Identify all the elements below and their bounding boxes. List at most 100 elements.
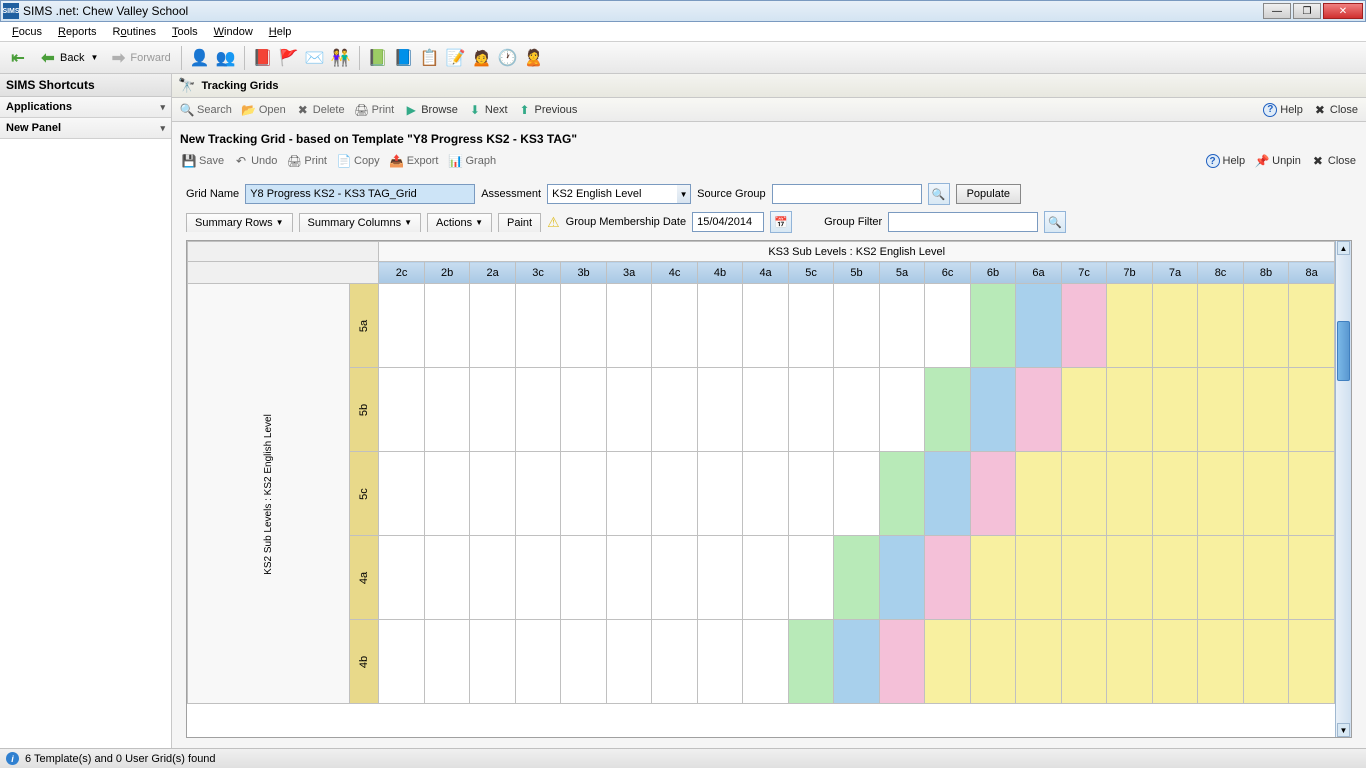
unpin-button[interactable]: 📌Unpin bbox=[1251, 152, 1305, 170]
undo-button[interactable]: ↶Undo bbox=[230, 152, 281, 170]
col-header[interactable]: 8b bbox=[1243, 262, 1289, 284]
grid-cell[interactable] bbox=[379, 536, 424, 620]
grid-cell[interactable] bbox=[879, 620, 925, 704]
browse-button[interactable]: ▶Browse bbox=[400, 101, 462, 119]
grid-cell[interactable] bbox=[470, 620, 516, 704]
toolbar-clock-icon[interactable]: 🕐 bbox=[496, 46, 520, 70]
toolbar-book-icon[interactable]: 📕 bbox=[251, 46, 275, 70]
grid-cell[interactable] bbox=[1152, 368, 1198, 452]
grid-cell[interactable] bbox=[834, 452, 880, 536]
scroll-thumb[interactable] bbox=[1337, 321, 1350, 381]
menu-help[interactable]: Help bbox=[261, 24, 300, 40]
grid-cell[interactable] bbox=[652, 284, 697, 368]
col-header[interactable]: 5b bbox=[834, 262, 880, 284]
menu-window[interactable]: Window bbox=[206, 24, 261, 40]
grid-cell[interactable] bbox=[606, 536, 652, 620]
toolbar-person2-icon[interactable]: 👥 bbox=[214, 46, 238, 70]
col-header[interactable]: 2a bbox=[470, 262, 516, 284]
grid-cell[interactable] bbox=[970, 284, 1016, 368]
grid-cell[interactable] bbox=[470, 368, 516, 452]
col-header[interactable]: 5c bbox=[788, 262, 833, 284]
col-header[interactable]: 7a bbox=[1152, 262, 1198, 284]
copy-button[interactable]: 📄Copy bbox=[333, 152, 384, 170]
toolbar-mail-icon[interactable]: ✉️ bbox=[303, 46, 327, 70]
grid-cell[interactable] bbox=[1243, 620, 1289, 704]
summary-cols-button[interactable]: Summary Columns▼ bbox=[299, 213, 421, 232]
paint-button[interactable]: Paint bbox=[498, 213, 541, 232]
grid-cell[interactable] bbox=[561, 452, 607, 536]
vertical-scrollbar[interactable]: ▲ ▼ bbox=[1335, 241, 1351, 737]
grid-cell[interactable] bbox=[788, 452, 833, 536]
grid-cell[interactable] bbox=[1061, 536, 1106, 620]
grid-cell[interactable] bbox=[652, 368, 697, 452]
col-header[interactable]: 6b bbox=[970, 262, 1016, 284]
col-header[interactable]: 3a bbox=[606, 262, 652, 284]
grid-cell[interactable] bbox=[1243, 452, 1289, 536]
toolbar-books1-icon[interactable]: 📗 bbox=[366, 46, 390, 70]
groupfilter-browse-button[interactable]: 🔍 bbox=[1044, 211, 1066, 233]
grid-cell[interactable] bbox=[606, 620, 652, 704]
grid-cell[interactable] bbox=[743, 452, 789, 536]
row-header[interactable]: 4b bbox=[349, 620, 379, 704]
grid-cell[interactable] bbox=[561, 368, 607, 452]
open-button[interactable]: 📂Open bbox=[238, 101, 290, 119]
grid-cell[interactable] bbox=[834, 284, 880, 368]
grid-cell[interactable] bbox=[1289, 284, 1335, 368]
grid-cell[interactable] bbox=[925, 368, 970, 452]
summary-rows-button[interactable]: Summary Rows▼ bbox=[186, 213, 293, 232]
grid-cell[interactable] bbox=[561, 536, 607, 620]
grid-cell[interactable] bbox=[1107, 284, 1153, 368]
grid-cell[interactable] bbox=[970, 620, 1016, 704]
grid-cell[interactable] bbox=[1061, 284, 1106, 368]
grid-cell[interactable] bbox=[424, 368, 470, 452]
export-button[interactable]: 📤Export bbox=[386, 152, 443, 170]
col-header[interactable]: 2b bbox=[424, 262, 470, 284]
col-header[interactable]: 3b bbox=[561, 262, 607, 284]
grid-cell[interactable] bbox=[561, 284, 607, 368]
grid-cell[interactable] bbox=[424, 620, 470, 704]
grid-cell[interactable] bbox=[925, 284, 970, 368]
grid-cell[interactable] bbox=[879, 536, 925, 620]
groupfilter-input[interactable] bbox=[888, 212, 1038, 232]
grid-cell[interactable] bbox=[743, 536, 789, 620]
grid-cell[interactable] bbox=[1107, 620, 1153, 704]
toolbar-flag-icon[interactable]: 🚩 bbox=[277, 46, 301, 70]
grid-cell[interactable] bbox=[379, 284, 424, 368]
grid-cell[interactable] bbox=[652, 452, 697, 536]
search-button[interactable]: 🔍Search bbox=[176, 101, 236, 119]
scroll-up-icon[interactable]: ▲ bbox=[1337, 241, 1350, 255]
forward-button[interactable]: ➡Forward bbox=[104, 45, 174, 71]
gridname-input[interactable] bbox=[245, 184, 475, 204]
grid-cell[interactable] bbox=[697, 368, 743, 452]
grid-cell[interactable] bbox=[834, 536, 880, 620]
grid-cell[interactable] bbox=[879, 368, 925, 452]
menu-tools[interactable]: Tools bbox=[164, 24, 206, 40]
assessment-combo[interactable] bbox=[547, 184, 677, 204]
col-header[interactable]: 4b bbox=[697, 262, 743, 284]
grid-cell[interactable] bbox=[1289, 368, 1335, 452]
grid-cell[interactable] bbox=[515, 284, 560, 368]
doc-print-button[interactable]: 🖨Print bbox=[283, 152, 331, 170]
toolbar-person1-icon[interactable]: 👤 bbox=[188, 46, 212, 70]
col-header[interactable]: 2c bbox=[379, 262, 424, 284]
grid-cell[interactable] bbox=[1016, 620, 1062, 704]
grid-cell[interactable] bbox=[424, 536, 470, 620]
menu-reports[interactable]: Reports bbox=[50, 24, 105, 40]
maximize-button[interactable]: ❐ bbox=[1293, 3, 1321, 19]
section-help-button[interactable]: ?Help bbox=[1259, 101, 1307, 119]
grid-cell[interactable] bbox=[424, 284, 470, 368]
grid-cell[interactable] bbox=[1198, 620, 1243, 704]
col-header[interactable]: 4a bbox=[743, 262, 789, 284]
col-header[interactable]: 7c bbox=[1061, 262, 1106, 284]
grid-cell[interactable] bbox=[515, 368, 560, 452]
col-header[interactable]: 7b bbox=[1107, 262, 1153, 284]
grid-cell[interactable] bbox=[970, 368, 1016, 452]
grid-cell[interactable] bbox=[788, 536, 833, 620]
grid-cell[interactable] bbox=[788, 620, 833, 704]
print-button[interactable]: 🖨Print bbox=[351, 101, 399, 119]
grid-cell[interactable] bbox=[1016, 536, 1062, 620]
minimize-button[interactable]: — bbox=[1263, 3, 1291, 19]
grid-cell[interactable] bbox=[1243, 536, 1289, 620]
grid-cell[interactable] bbox=[834, 368, 880, 452]
grid-cell[interactable] bbox=[470, 452, 516, 536]
